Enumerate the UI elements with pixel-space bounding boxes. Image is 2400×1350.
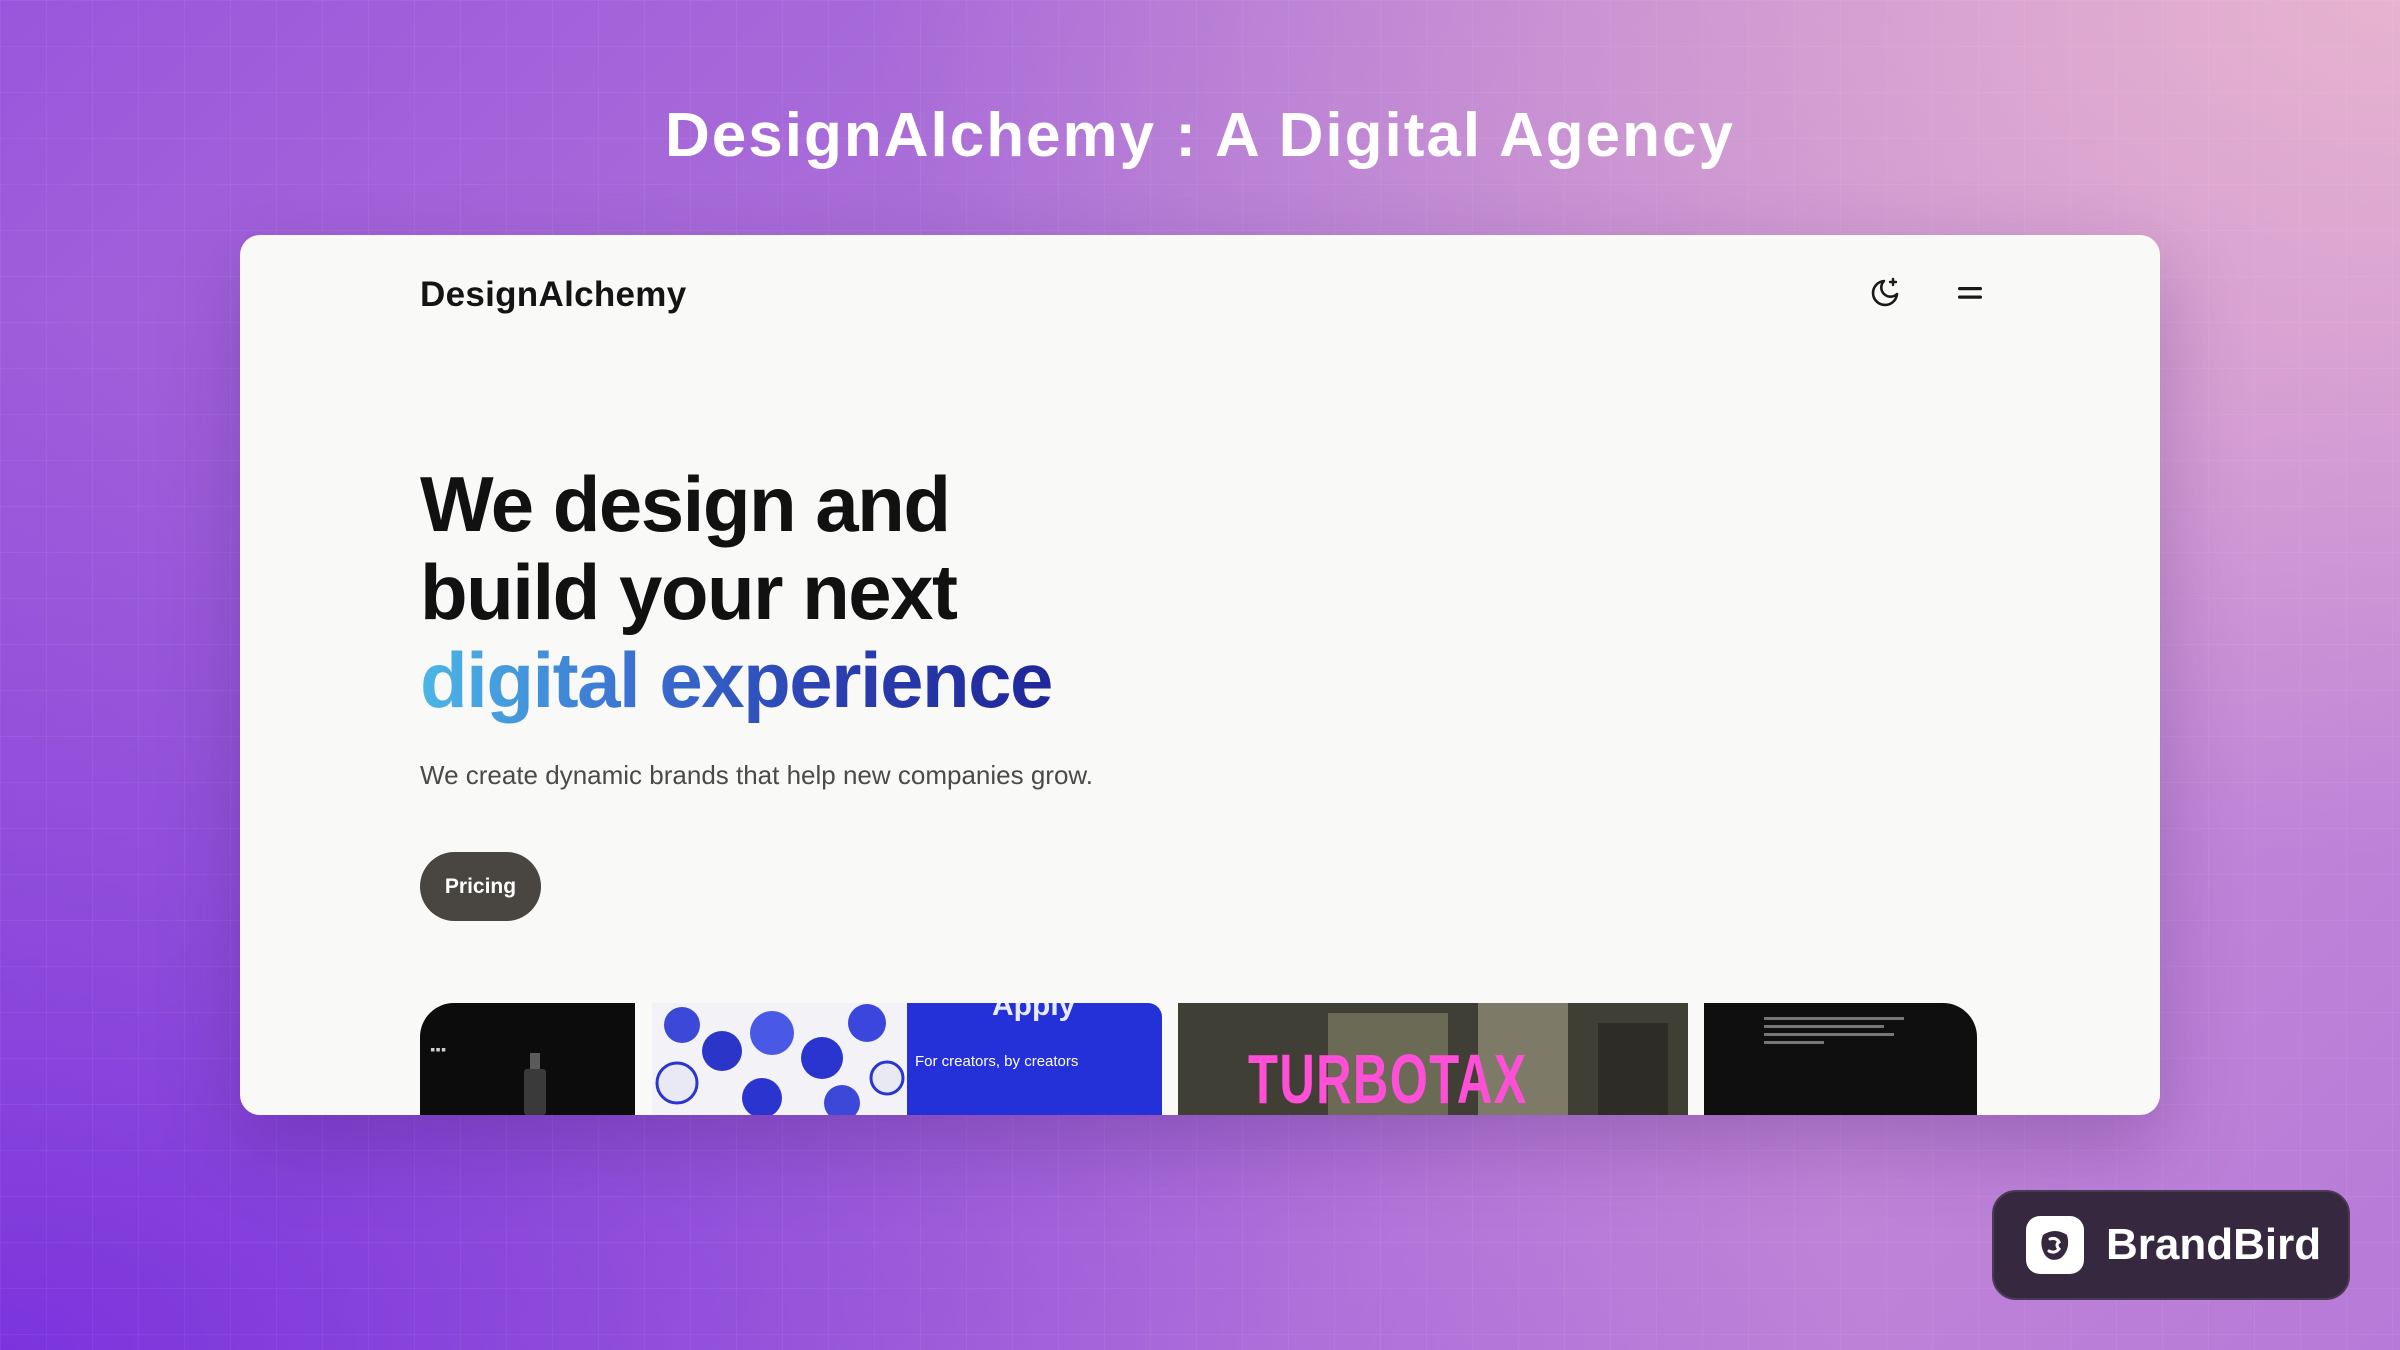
menu-button[interactable] bbox=[1948, 273, 1992, 317]
site-logo[interactable]: DesignAlchemy bbox=[420, 275, 687, 315]
website-preview: DesignAlchemy We design and build your n… bbox=[240, 235, 2160, 1115]
hero-title-line-2: build your next bbox=[420, 548, 958, 636]
thumbnail-caption: For creators, by creators bbox=[915, 1053, 1079, 1070]
portfolio-thumbnail-4[interactable] bbox=[1704, 1003, 1977, 1115]
thumbnail-apply-title: Apply bbox=[992, 1003, 1076, 1022]
brandbird-label: BrandBird bbox=[2106, 1220, 2322, 1269]
hero-title-highlight: digital experience bbox=[420, 636, 1053, 724]
theme-toggle-icon bbox=[1868, 276, 1902, 315]
portfolio-thumbnail-1[interactable]: ▪▪▪ bbox=[420, 1003, 635, 1115]
hero-subtitle: We create dynamic brands that help new c… bbox=[420, 760, 1093, 790]
portfolio-thumbnail-3[interactable]: TURBOTAX bbox=[1178, 1003, 1688, 1115]
portfolio-thumbnail-2[interactable]: Apply For creators, by creators bbox=[652, 1003, 1162, 1115]
bottle-image bbox=[524, 1053, 546, 1115]
page-heading: DesignAlchemy : A Digital Agency bbox=[665, 101, 1735, 170]
theme-toggle-button[interactable] bbox=[1863, 273, 1907, 317]
pricing-button[interactable]: Pricing bbox=[420, 852, 541, 921]
emoji-pattern-image bbox=[655, 1004, 905, 1115]
thumbnail-decor-text: ▪▪▪ bbox=[430, 1045, 447, 1055]
brandbird-logo-icon bbox=[2026, 1216, 2084, 1274]
brandbird-badge: BrandBird bbox=[1992, 1190, 2350, 1300]
thumbnail-text-block bbox=[1764, 1017, 1904, 1044]
menu-icon bbox=[1955, 278, 1985, 313]
hero-title-line-1: We design and bbox=[420, 460, 951, 548]
thumbnail-wordmark: TURBOTAX bbox=[1248, 1040, 1528, 1115]
hero-title: We design and build your next digital ex… bbox=[420, 460, 1053, 724]
